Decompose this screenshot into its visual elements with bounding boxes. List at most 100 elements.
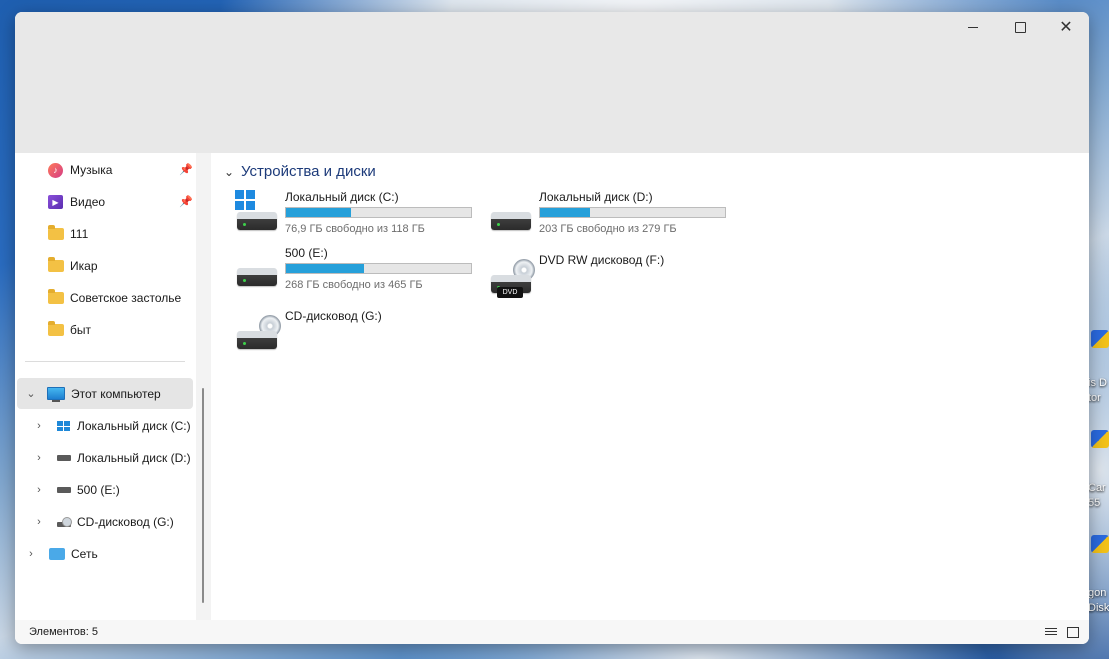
nav-item-drive-d[interactable]: › Локальный диск (D:) (31, 443, 196, 473)
minimize-button[interactable] (950, 12, 996, 42)
tiles-view-icon (1067, 626, 1079, 638)
folder-icon (48, 225, 64, 240)
drive-name: CD-дисковод (G:) (285, 309, 382, 323)
drive-tile-c[interactable]: Локальный диск (C:) 76,9 ГБ свободно из … (235, 190, 485, 242)
network-icon (49, 548, 65, 560)
drive-usage-fill (540, 208, 590, 217)
nav-item-byt[interactable]: быт (48, 315, 196, 345)
status-bar: Элементов: 5 (15, 620, 1089, 644)
hdd-icon (235, 256, 279, 292)
windows-drive-icon (57, 421, 71, 431)
nav-item-label: Сеть (71, 547, 98, 561)
computer-icon (47, 387, 65, 402)
drive-name: DVD RW дисковод (F:) (539, 253, 665, 267)
nav-item-ikar[interactable]: Икар (48, 251, 196, 281)
folder-icon (48, 257, 64, 272)
shield-icon (1091, 430, 1109, 448)
drive-usage-bar (285, 207, 472, 218)
folder-icon (48, 321, 64, 336)
chevron-down-icon[interactable]: ⌄ (23, 387, 39, 400)
drive-free-space: 76,9 ГБ свободно из 118 ГБ (285, 223, 425, 235)
shield-icon (1091, 535, 1109, 553)
nav-item-111[interactable]: 111 (48, 219, 196, 249)
desktop-icons: is D tor Car 55 gon Disk (1086, 330, 1109, 620)
drive-free-space: 203 ГБ свободно из 279 ГБ (539, 223, 677, 235)
nav-item-video[interactable]: ▶ Видео (48, 187, 196, 217)
music-icon: ♪ (48, 162, 63, 178)
desktop-label-5: gon (1088, 587, 1107, 599)
close-button[interactable]: ✕ (1043, 12, 1089, 42)
desktop-shortcut-3[interactable] (1086, 535, 1109, 569)
folder-icon (48, 289, 64, 304)
minimize-icon (968, 26, 978, 28)
drive-usage-fill (286, 208, 351, 217)
close-icon: ✕ (1059, 19, 1073, 36)
nav-divider (25, 361, 185, 362)
section-header[interactable]: ⌄ Устройства и диски (221, 163, 376, 180)
drive-usage-bar (539, 207, 726, 218)
nav-scrollbar-thumb[interactable] (202, 388, 204, 603)
hdd-icon (489, 200, 533, 236)
title-bar[interactable]: ✕ (15, 12, 1089, 153)
nav-item-label: Музыка (70, 163, 113, 177)
chevron-right-icon[interactable]: › (31, 420, 47, 432)
drive-name: Локальный диск (C:) (285, 190, 399, 204)
drive-name: 500 (E:) (285, 246, 328, 260)
nav-item-label: Видео (70, 195, 106, 209)
drive-tile-d[interactable]: Локальный диск (D:) 203 ГБ свободно из 2… (489, 190, 739, 242)
windows-drive-icon (235, 190, 279, 236)
details-view-button[interactable] (1043, 624, 1059, 640)
nav-item-drive-e[interactable]: › 500 (E:) (31, 475, 196, 505)
explorer-window: ✕ ♪ Музыка 📌 ▶ Видео 📌 111 Икар Советско… (15, 12, 1089, 644)
drive-free-space: 268 ГБ свободно из 465 ГБ (285, 279, 423, 291)
cd-drive-icon (235, 315, 281, 355)
nav-item-label: 111 (70, 227, 89, 241)
nav-item-this-pc[interactable]: ⌄ Этот компьютер (17, 378, 193, 409)
tiles-view-button[interactable] (1065, 624, 1081, 640)
chevron-right-icon[interactable]: › (31, 484, 47, 496)
drive-name: Локальный диск (D:) (539, 190, 653, 204)
nav-item-label: 500 (E:) (77, 483, 120, 497)
nav-item-sovetskoe[interactable]: Советское застолье (48, 283, 196, 313)
chevron-right-icon[interactable]: › (23, 548, 39, 560)
nav-item-network[interactable]: › Сеть (23, 539, 196, 569)
desktop-label-3: Car (1088, 482, 1106, 494)
nav-item-music[interactable]: ♪ Музыка (48, 155, 196, 185)
chevron-down-icon: ⌄ (223, 164, 235, 179)
drive-tile-e[interactable]: 500 (E:) 268 ГБ свободно из 465 ГБ (235, 246, 485, 298)
dvd-drive-icon: DVD (489, 259, 535, 299)
nav-item-label: Этот компьютер (71, 386, 161, 401)
maximize-button[interactable] (997, 12, 1043, 42)
nav-item-label: быт (70, 323, 91, 337)
drive-tile-f[interactable]: DVD DVD RW дисковод (F:) (489, 253, 739, 305)
shield-icon (1091, 330, 1109, 348)
desktop-label-6: Disk (1088, 602, 1109, 614)
desktop-shortcut-1[interactable] (1086, 330, 1109, 364)
cd-drive-icon (57, 517, 72, 527)
pin-icon[interactable]: 📌 (179, 163, 193, 176)
nav-item-label: Локальный диск (C:) (77, 419, 191, 433)
drive-tile-g[interactable]: CD-дисковод (G:) (235, 309, 485, 361)
nav-item-drive-c[interactable]: › Локальный диск (C:) (31, 411, 196, 441)
desktop-label-4: 55 (1088, 497, 1101, 509)
details-view-icon (1045, 627, 1057, 637)
drive-usage-fill (286, 264, 364, 273)
item-count: Элементов: 5 (29, 626, 98, 638)
nav-item-drive-g[interactable]: › CD-дисковод (G:) (31, 507, 196, 537)
desktop-shortcut-2[interactable] (1086, 430, 1109, 464)
navigation-pane: ♪ Музыка 📌 ▶ Видео 📌 111 Икар Советское … (15, 153, 196, 620)
nav-item-label: Локальный диск (D:) (77, 451, 191, 465)
pin-icon[interactable]: 📌 (179, 195, 193, 208)
section-title: Устройства и диски (241, 163, 376, 180)
chevron-right-icon[interactable]: › (31, 452, 47, 464)
content-pane: ⌄ Устройства и диски Локальный диск (C:)… (211, 153, 1089, 620)
desktop-label-1: is D (1088, 377, 1107, 389)
nav-item-label: Икар (70, 259, 98, 273)
hdd-icon (57, 455, 71, 461)
hdd-icon (57, 487, 71, 493)
chevron-right-icon[interactable]: › (31, 516, 47, 528)
video-icon: ▶ (48, 195, 63, 209)
drive-usage-bar (285, 263, 472, 274)
nav-item-label: Советское застолье (70, 291, 182, 305)
desktop-label-2: tor (1088, 392, 1101, 404)
